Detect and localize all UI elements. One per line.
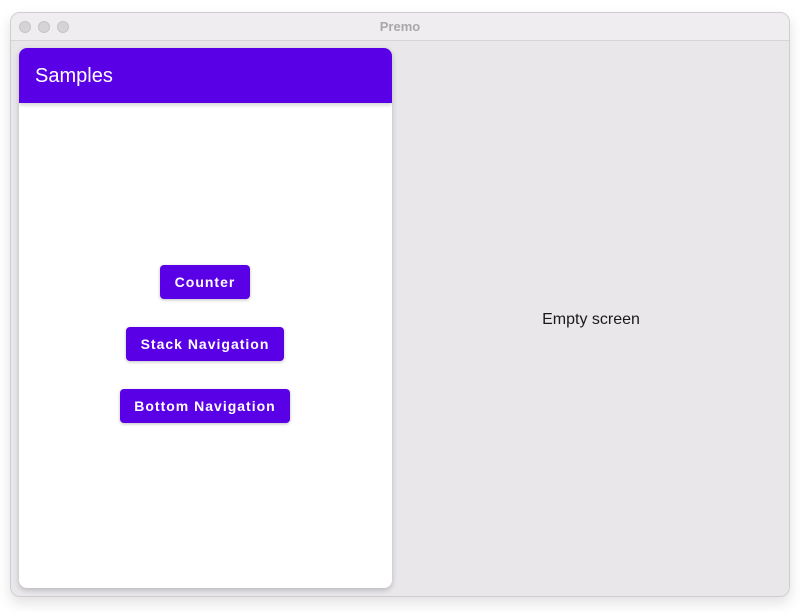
counter-button[interactable]: Counter	[160, 265, 250, 299]
window-content: Samples Counter Stack Navigation Bottom …	[11, 41, 789, 596]
samples-panel: Samples Counter Stack Navigation Bottom …	[19, 48, 392, 588]
window-titlebar[interactable]: Premo	[11, 13, 789, 41]
stack-navigation-button[interactable]: Stack Navigation	[126, 327, 284, 361]
empty-screen-text: Empty screen	[542, 311, 640, 328]
bottom-navigation-button[interactable]: Bottom Navigation	[120, 389, 290, 423]
app-window: Premo Samples Counter Stack Navigation B…	[10, 12, 790, 597]
app-bar-title: Samples	[35, 65, 113, 87]
app-bar: Samples	[19, 48, 392, 103]
window-title: Premo	[379, 19, 421, 34]
